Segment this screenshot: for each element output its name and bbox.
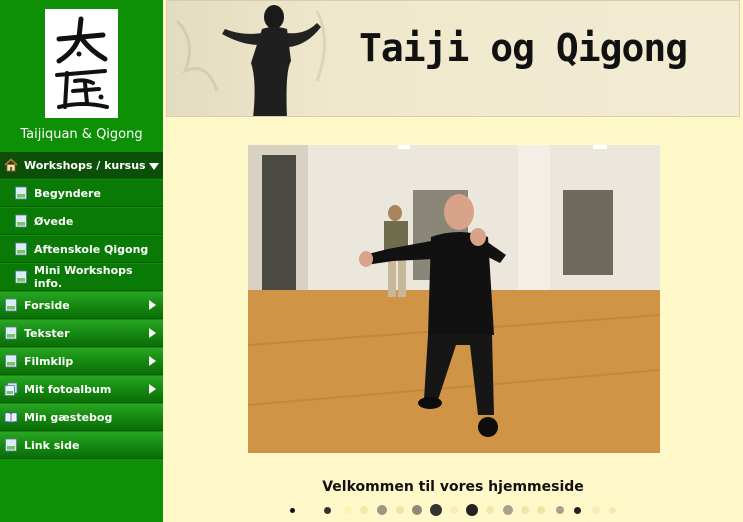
slide-dot[interactable]: [592, 506, 600, 514]
header-banner: Taiji og Qigong: [166, 0, 740, 117]
nav-item-label: Min gæstebog: [24, 410, 113, 424]
nav-item-label: Tekster: [24, 326, 70, 340]
nav-item-ovede[interactable]: Øvede: [0, 208, 163, 235]
page-icon: [15, 214, 27, 228]
nav-item-workshops[interactable]: Workshops / kursus: [0, 152, 163, 179]
page-icon: [5, 354, 17, 368]
sidebar: Taijiquan & Qigong Workshops / kursus Be…: [0, 0, 163, 522]
slide-dot[interactable]: [377, 505, 387, 515]
page-icon: [5, 438, 17, 452]
chevron-right-icon: [149, 300, 156, 310]
nav-item-aftenskole-qigong[interactable]: Aftenskole Qigong: [0, 236, 163, 263]
nav-item-label: Filmklip: [24, 354, 74, 368]
chevron-right-icon: [149, 328, 156, 338]
site-logo[interactable]: [45, 9, 118, 118]
nav-item-label: Begyndere: [34, 186, 101, 200]
slide-dot[interactable]: [290, 508, 295, 513]
nav-item-gaestebog[interactable]: Min gæstebog: [0, 404, 163, 431]
nav-item-begyndere[interactable]: Begyndere: [0, 180, 163, 207]
nav-item-label: Aftenskole Qigong: [34, 242, 149, 256]
nav-item-mini-workshops[interactable]: Mini Workshops info.: [0, 264, 163, 291]
album-icon: [4, 382, 18, 396]
nav-item-filmklip[interactable]: Filmklip: [0, 348, 163, 375]
calligraphy-logo-icon: [55, 16, 109, 109]
nav-item-forside[interactable]: Forside: [0, 292, 163, 319]
slideshow-dots: [288, 504, 628, 516]
slide-dot[interactable]: [486, 506, 494, 514]
slide-dot[interactable]: [324, 507, 331, 514]
site-title: Taijiquan & Qigong: [20, 127, 143, 142]
slide-dot[interactable]: [450, 506, 458, 514]
welcome-heading: Velkommen til vores hjemmeside: [322, 479, 584, 495]
nav-item-label: Forside: [24, 298, 70, 312]
page-icon: [15, 242, 27, 256]
slide-dot[interactable]: [556, 506, 564, 514]
slide-dot[interactable]: [360, 506, 368, 514]
nav-item-label: Mit fotoalbum: [24, 382, 112, 396]
book-icon: [4, 412, 18, 423]
nav-item-label: Øvede: [34, 214, 74, 228]
slide-dot[interactable]: [430, 504, 442, 516]
slideshow-photo[interactable]: [248, 145, 660, 453]
slide-dot[interactable]: [396, 506, 404, 514]
nav-item-fotoalbum[interactable]: Mit fotoalbum: [0, 376, 163, 403]
chevron-right-icon: [149, 356, 156, 366]
chevron-right-icon: [149, 384, 156, 394]
taiji-instructor-photo: [248, 145, 660, 453]
page-icon: [5, 326, 17, 340]
page-icon: [15, 270, 27, 284]
slide-dot[interactable]: [503, 505, 513, 515]
nav-item-label: Link side: [24, 438, 80, 452]
slide-dot[interactable]: [344, 506, 352, 514]
main-content: Taiji og Qigong Velkommen til vores hjem…: [163, 0, 743, 522]
slide-dot[interactable]: [466, 504, 478, 516]
slide-dot[interactable]: [574, 507, 581, 514]
slide-dot[interactable]: [412, 505, 422, 515]
nav-item-link-side[interactable]: Link side: [0, 432, 163, 459]
page-icon: [15, 186, 27, 200]
page-icon: [5, 298, 17, 312]
banner-title: Taiji og Qigong: [359, 26, 688, 70]
nav-item-label: Workshops / kursus: [24, 158, 146, 172]
home-icon: [4, 158, 18, 172]
chevron-down-icon: [149, 163, 159, 170]
nav-item-tekster[interactable]: Tekster: [0, 320, 163, 347]
slide-dot[interactable]: [521, 506, 529, 514]
nav-item-label: Mini Workshops info.: [34, 264, 133, 290]
slide-dot[interactable]: [537, 506, 545, 514]
slide-dot[interactable]: [609, 507, 616, 514]
